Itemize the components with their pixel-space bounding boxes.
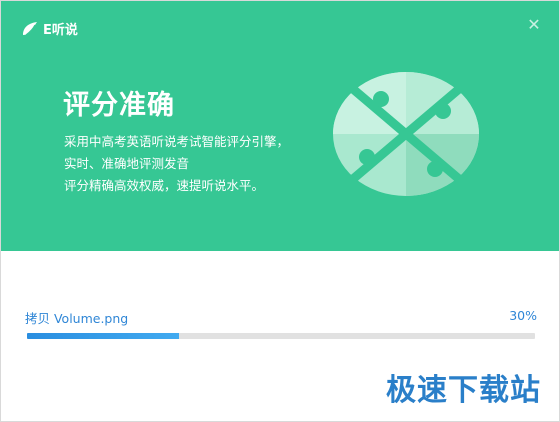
progress-bar bbox=[27, 333, 535, 339]
close-icon: ✕ bbox=[527, 14, 541, 34]
description-line: 评分精确高效权威，速提听说水平。 bbox=[64, 178, 265, 193]
close-button[interactable]: ✕ bbox=[525, 14, 543, 34]
feature-description: 采用中高考英语听说考试智能评分引擎， 实时、准确地评测发音 评分精确高效权威，速… bbox=[64, 131, 289, 197]
leaf-logo-icon bbox=[23, 21, 37, 35]
description-line: 实时、准确地评测发音 bbox=[64, 156, 190, 171]
puzzle-icon bbox=[333, 72, 479, 196]
current-file-label: 拷贝 Volume.png bbox=[25, 311, 129, 326]
progress-bar-fill bbox=[27, 333, 180, 339]
app-logo-text: E听说 bbox=[43, 23, 78, 38]
description-line: 采用中高考英语听说考试智能评分引擎， bbox=[64, 134, 290, 149]
feature-title: 评分准确 bbox=[63, 90, 175, 121]
feature-banner: E听说 ✕ 评分准确 采用中高考英语听说考试智能评分引擎， 实时、准确地评测发音… bbox=[1, 1, 559, 251]
app-logo: E听说 bbox=[21, 19, 78, 38]
watermark-text: 极速下载站 bbox=[386, 373, 541, 408]
progress-percent: 30% bbox=[509, 308, 537, 323]
installer-window: E听说 ✕ 评分准确 采用中高考英语听说考试智能评分引擎， 实时、准确地评测发音… bbox=[0, 0, 560, 422]
